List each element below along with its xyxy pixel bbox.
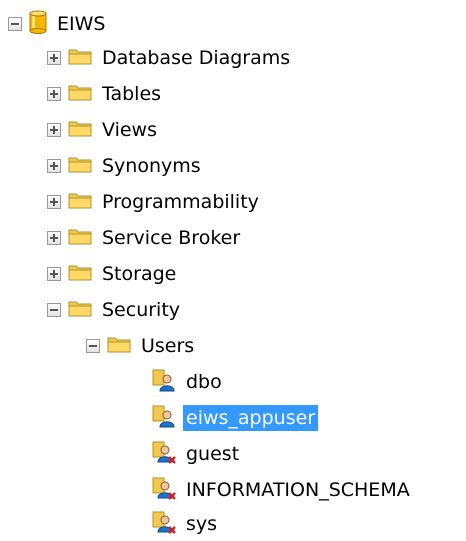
- user-disabled-icon: [152, 440, 176, 469]
- tree-node-user-dbo[interactable]: dbo: [152, 364, 225, 400]
- folder-icon: [68, 299, 92, 322]
- folder-icon: [68, 227, 92, 250]
- tree-node-user-eiws-appuser[interactable]: eiws_appuser: [152, 400, 319, 436]
- tree-node-user-sys[interactable]: sys: [152, 506, 220, 541]
- expand-toggle[interactable]: [47, 195, 61, 209]
- tree-node-security[interactable]: Security: [47, 292, 183, 328]
- tree-node-user-information-schema[interactable]: INFORMATION_SCHEMA: [152, 472, 413, 508]
- tree-node-label-selected: eiws_appuser: [183, 405, 319, 431]
- tree-node-label: Storage: [102, 263, 177, 285]
- expand-toggle[interactable]: [47, 231, 61, 245]
- user-disabled-icon: [152, 510, 176, 539]
- expand-toggle[interactable]: [47, 87, 61, 101]
- folder-icon: [68, 155, 92, 178]
- user-icon: [152, 404, 176, 433]
- tree-node-programmability[interactable]: Programmability: [47, 184, 262, 220]
- tree-node-views[interactable]: Views: [47, 112, 160, 148]
- tree-node-label: Database Diagrams: [102, 47, 291, 69]
- tree-node-label: Tables: [102, 83, 162, 105]
- tree-node-label: Users: [141, 335, 195, 357]
- expand-toggle[interactable]: [47, 123, 61, 137]
- collapse-toggle-eiws[interactable]: [8, 17, 22, 31]
- tree-node-label: Synonyms: [102, 155, 201, 177]
- tree-node-tables[interactable]: Tables: [47, 76, 164, 112]
- tree-node-label: Service Broker: [102, 227, 241, 249]
- collapse-toggle[interactable]: [86, 339, 100, 353]
- tree-node-label: guest: [186, 443, 240, 465]
- folder-icon: [68, 119, 92, 142]
- tree-node-users[interactable]: Users: [86, 328, 197, 364]
- tree-node-label: EIWS: [57, 13, 106, 35]
- tree-node-user-guest[interactable]: guest: [152, 436, 242, 472]
- user-disabled-icon: [152, 476, 176, 505]
- tree-node-synonyms[interactable]: Synonyms: [47, 148, 204, 184]
- tree-node-database-diagrams[interactable]: Database Diagrams: [47, 40, 293, 76]
- expand-toggle[interactable]: [47, 267, 61, 281]
- folder-icon: [68, 47, 92, 70]
- tree-node-label: INFORMATION_SCHEMA: [186, 479, 410, 501]
- tree-node-label: Security: [102, 299, 181, 321]
- tree-node-service-broker[interactable]: Service Broker: [47, 220, 243, 256]
- collapse-toggle[interactable]: [47, 303, 61, 317]
- user-icon: [152, 368, 176, 397]
- tree-node-label: Programmability: [102, 191, 259, 213]
- expand-toggle[interactable]: [47, 51, 61, 65]
- folder-icon: [68, 191, 92, 214]
- folder-icon: [68, 263, 92, 286]
- tree-node-label: Views: [102, 119, 157, 141]
- tree-node-storage[interactable]: Storage: [47, 256, 179, 292]
- database-icon: [29, 10, 47, 39]
- tree-node-label: sys: [186, 513, 218, 535]
- folder-icon: [68, 83, 92, 106]
- folder-icon: [107, 335, 131, 358]
- object-explorer-tree: EIWS Database Diagrams Tables Views Syno…: [0, 0, 466, 541]
- expand-toggle[interactable]: [47, 159, 61, 173]
- tree-node-label: dbo: [186, 371, 222, 393]
- tree-node-eiws[interactable]: EIWS: [8, 6, 108, 42]
